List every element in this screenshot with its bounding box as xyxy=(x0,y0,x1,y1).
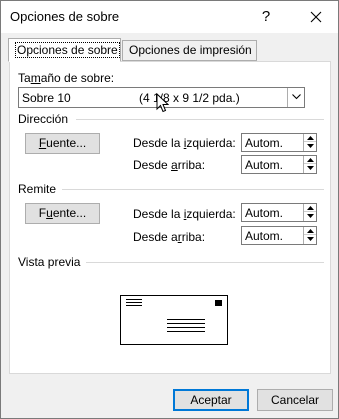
return-address-line xyxy=(126,305,142,306)
spinner-buttons xyxy=(303,134,316,151)
envelope-options-dialog: Opciones de sobre ? Opciones de sobre Op… xyxy=(0,0,339,419)
return-top-spinner[interactable]: Autom. xyxy=(241,226,317,245)
spin-up-button[interactable] xyxy=(304,204,316,212)
spin-up-icon xyxy=(307,136,314,140)
spinner-value: Autom. xyxy=(245,229,284,243)
spin-up-icon xyxy=(307,206,314,210)
address-font-button[interactable]: Fuente... xyxy=(25,133,100,154)
cancel-button[interactable]: Cancelar xyxy=(257,389,333,411)
spin-up-button[interactable] xyxy=(304,227,316,235)
address-section-title: Dirección xyxy=(18,112,69,126)
envelope-size-detail: (4 1/8 x 9 1/2 pda.) xyxy=(139,91,240,105)
section-divider xyxy=(76,119,324,120)
stamp-icon xyxy=(215,300,222,306)
chevron-down-icon xyxy=(292,94,301,100)
address-left-spinner[interactable]: Autom. xyxy=(241,133,317,152)
address-top-label: Desde arriba: xyxy=(133,158,206,172)
address-left-label: Desde la izquierda: xyxy=(133,136,236,150)
return-address-line xyxy=(126,299,142,300)
dialog-title: Opciones de sobre xyxy=(10,9,120,24)
tab-label: Opciones de sobre xyxy=(15,42,120,58)
spin-down-button[interactable] xyxy=(304,164,316,172)
return-font-button[interactable]: Fuente... xyxy=(25,203,100,224)
mouse-cursor-icon xyxy=(156,93,169,113)
return-address-line xyxy=(126,302,142,303)
spin-up-button[interactable] xyxy=(304,134,316,142)
tab-envelope-options[interactable]: Opciones de sobre xyxy=(8,38,121,62)
spinner-value: Autom. xyxy=(245,136,284,150)
envelope-preview[interactable] xyxy=(120,295,228,345)
address-line xyxy=(167,319,205,320)
tab-panel: Tamaño de sobre: Sobre 10 (4 1/8 x 9 1/2… xyxy=(9,61,331,374)
spin-up-icon xyxy=(307,229,314,233)
spin-down-button[interactable] xyxy=(304,142,316,150)
title-bar: Opciones de sobre ? xyxy=(1,1,338,33)
address-line xyxy=(167,331,205,332)
address-line xyxy=(167,327,205,328)
spin-down-button[interactable] xyxy=(304,212,316,220)
spin-up-button[interactable] xyxy=(304,156,316,164)
close-button[interactable] xyxy=(301,4,331,30)
envelope-size-value: Sobre 10 xyxy=(22,91,71,105)
spinner-buttons xyxy=(303,204,316,221)
preview-section-title: Vista previa xyxy=(18,255,81,269)
spin-up-icon xyxy=(307,158,314,162)
spinner-value: Autom. xyxy=(245,206,284,220)
return-left-label: Desde la izquierda: xyxy=(133,207,236,221)
spin-down-icon xyxy=(307,166,314,170)
close-icon xyxy=(310,11,322,23)
envelope-size-label: Tamaño de sobre: xyxy=(18,71,115,85)
spin-down-icon xyxy=(307,237,314,241)
address-top-spinner[interactable]: Autom. xyxy=(241,155,317,174)
ok-button[interactable]: Aceptar xyxy=(173,389,249,411)
dropdown-button[interactable] xyxy=(287,88,304,107)
section-divider xyxy=(86,262,324,263)
spinner-value: Autom. xyxy=(245,158,284,172)
section-divider xyxy=(62,189,324,190)
spin-down-icon xyxy=(307,214,314,218)
return-left-spinner[interactable]: Autom. xyxy=(241,203,317,222)
address-line xyxy=(167,323,205,324)
spinner-buttons xyxy=(303,227,316,244)
help-button[interactable]: ? xyxy=(251,4,281,30)
spinner-buttons xyxy=(303,156,316,173)
return-top-label: Desde arriba: xyxy=(133,230,206,244)
spin-down-icon xyxy=(307,144,314,148)
tab-label: Opciones de impresión xyxy=(129,43,252,57)
tab-print-options[interactable]: Opciones de impresión xyxy=(122,40,257,61)
return-address-section-title: Remite xyxy=(18,182,57,196)
spin-down-button[interactable] xyxy=(304,235,316,243)
